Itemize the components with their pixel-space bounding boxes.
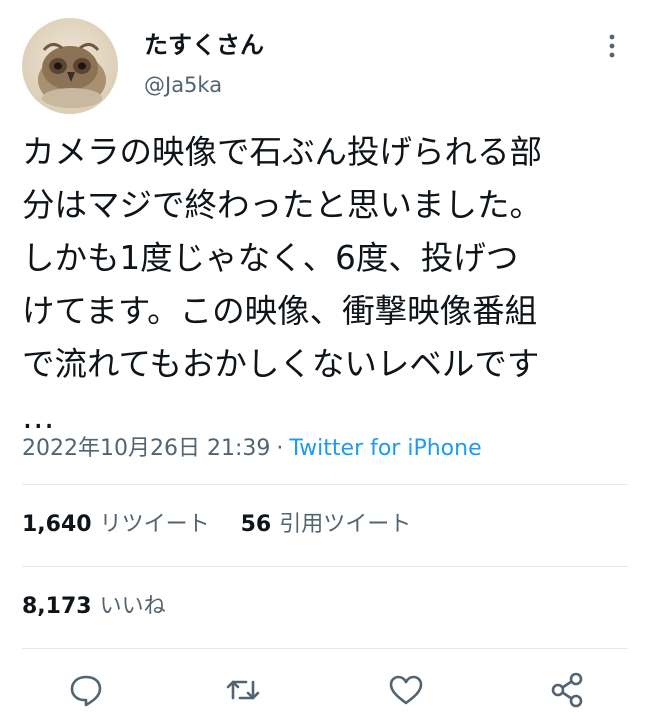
tweet-line: けてます。この映像、衝撃映像番組 bbox=[22, 292, 538, 330]
tweet-line: で流れてもおかしくないレベルです bbox=[22, 345, 540, 383]
quotes-count: 56 bbox=[240, 512, 272, 537]
retweets-count: 1,640 bbox=[22, 512, 92, 537]
likes-stat[interactable]: 8,173 いいね bbox=[22, 592, 166, 622]
retweets-label: リツイート bbox=[99, 512, 210, 537]
likes-count: 8,173 bbox=[22, 594, 92, 619]
divider bbox=[22, 648, 628, 649]
tweet-line: 分はマジで終わったと思いました。 bbox=[22, 186, 543, 224]
likes-stats-row: 8,173 いいね bbox=[22, 592, 190, 622]
retweet-icon[interactable] bbox=[221, 668, 265, 712]
tweet-timestamp[interactable]: 2022年10月26日 21:39 bbox=[22, 436, 270, 461]
quotes-stat[interactable]: 56 引用ツイート bbox=[241, 510, 412, 540]
user-handle[interactable]: @Ja5ka bbox=[144, 72, 264, 98]
tweet-body: カメラの映像で石ぶん投げられる部 分はマジで終わったと思いました。 しかも1度じ… bbox=[22, 126, 637, 444]
divider bbox=[22, 566, 628, 567]
avatar[interactable] bbox=[22, 18, 118, 114]
tweet-meta: 2022年10月26日 21:39 · Twitter for iPhone bbox=[22, 434, 482, 464]
more-vertical-icon[interactable] bbox=[604, 32, 620, 62]
retweet-stats-row: 1,640 リツイート 56 引用ツイート bbox=[22, 510, 435, 540]
user-names: たすくさん @Ja5ka bbox=[144, 30, 264, 98]
like-icon[interactable] bbox=[384, 668, 428, 712]
display-name[interactable]: たすくさん bbox=[144, 30, 264, 60]
divider bbox=[22, 484, 628, 485]
tweet-source-link[interactable]: Twitter for iPhone bbox=[289, 436, 481, 461]
owl-photo-avatar bbox=[22, 18, 118, 114]
tweet-line: しかも1度じゃなく、6度、投げつ bbox=[22, 239, 519, 277]
tweet-line: カメラの映像で石ぶん投げられる部 bbox=[22, 133, 543, 171]
retweets-stat[interactable]: 1,640 リツイート bbox=[22, 510, 210, 540]
action-bar bbox=[0, 668, 650, 712]
tweet-header: たすくさん @Ja5ka bbox=[22, 18, 628, 114]
meta-separator: · bbox=[276, 436, 284, 461]
quotes-label: 引用ツイート bbox=[279, 512, 412, 537]
likes-label: いいね bbox=[99, 594, 166, 619]
reply-icon[interactable] bbox=[64, 668, 108, 712]
share-icon[interactable] bbox=[546, 668, 590, 712]
